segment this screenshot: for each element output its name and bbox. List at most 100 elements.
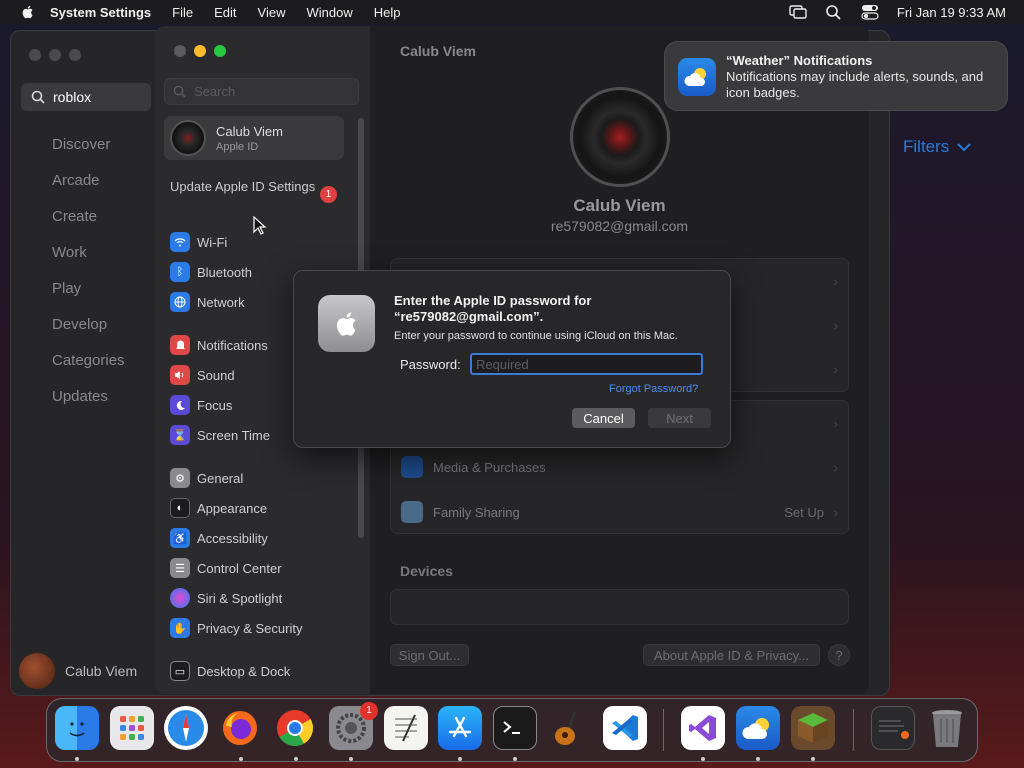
sidebar-item-control-center[interactable]: ☰ Control Center xyxy=(170,557,282,579)
running-indicator xyxy=(75,757,79,761)
sidebar-item-label: Desktop & Dock xyxy=(197,663,291,679)
screenshot-icon[interactable] xyxy=(871,706,915,750)
accessibility-icon: ♿ xyxy=(170,528,190,548)
sidebar-item-privacy[interactable]: ✋ Privacy & Security xyxy=(170,617,302,639)
avatar[interactable] xyxy=(570,87,670,187)
sidebar-item-siri[interactable]: Siri & Spotlight xyxy=(170,587,282,609)
spotlight-search-icon[interactable] xyxy=(825,4,843,20)
filters-button[interactable]: Filters xyxy=(903,137,971,157)
help-button[interactable]: ? xyxy=(828,644,850,666)
sidebar-item-bluetooth[interactable]: ᛒ Bluetooth xyxy=(170,261,252,283)
sidebar-item-label: Bluetooth xyxy=(197,264,252,280)
menu-app-name[interactable]: System Settings xyxy=(50,5,151,20)
family-sharing-label: Family Sharing xyxy=(433,504,520,520)
update-apple-id-settings[interactable]: Update Apple ID Settings xyxy=(170,179,340,195)
nav-categories[interactable]: Categories xyxy=(52,351,125,387)
media-purchases-row[interactable]: Media & Purchases › xyxy=(391,445,850,489)
nav-discover[interactable]: Discover xyxy=(52,135,125,171)
nav-develop[interactable]: Develop xyxy=(52,315,125,351)
family-sharing-row[interactable]: Family Sharing Set Up › xyxy=(391,490,850,534)
menu-window[interactable]: Window xyxy=(306,5,352,20)
appearance-icon: ◐ xyxy=(170,498,190,518)
dock: 1 xyxy=(46,698,978,762)
password-input[interactable] xyxy=(470,353,703,375)
devices-group xyxy=(390,589,849,625)
sidebar-item-label: Focus xyxy=(197,397,233,413)
sidebar-item-focus[interactable]: Focus xyxy=(170,394,232,416)
app-store-account[interactable]: Calub Viem xyxy=(19,653,137,689)
sidebar-item-notifications[interactable]: Notifications xyxy=(170,334,268,356)
sidebar-apple-id[interactable]: Calub Viem Apple ID xyxy=(164,116,344,160)
sidebar-item-label: Screen Time xyxy=(197,427,270,443)
apple-id-password-dialog: Enter the Apple ID password for “re57908… xyxy=(293,270,731,448)
toggles-icon: ☰ xyxy=(170,558,190,578)
sidebar-item-general[interactable]: ⚙ General xyxy=(170,467,243,489)
weather-notification[interactable]: “Weather” Notifications Notifications ma… xyxy=(664,41,1008,111)
hourglass-icon: ⌛ xyxy=(170,425,190,445)
page-title: Calub Viem xyxy=(400,43,476,59)
launchpad-icon[interactable] xyxy=(110,706,154,750)
garageband-icon[interactable] xyxy=(547,706,591,750)
about-apple-id-button[interactable]: About Apple ID & Privacy... xyxy=(643,644,820,666)
nav-arcade[interactable]: Arcade xyxy=(52,171,125,207)
sidebar-item-accessibility[interactable]: ♿ Accessibility xyxy=(170,527,268,549)
app-store-search-field[interactable]: roblox xyxy=(21,83,151,111)
next-button[interactable]: Next xyxy=(648,408,711,428)
visual-studio-icon[interactable] xyxy=(681,706,725,750)
settings-search-field[interactable]: Search xyxy=(164,78,359,105)
vscode-icon[interactable] xyxy=(603,706,647,750)
sidebar-item-network[interactable]: Network xyxy=(170,291,245,313)
minimize-button[interactable] xyxy=(194,45,206,57)
nav-play[interactable]: Play xyxy=(52,279,125,315)
safari-icon[interactable] xyxy=(164,706,208,750)
zoom-button[interactable] xyxy=(69,49,81,61)
running-indicator xyxy=(294,757,298,761)
profile-name: Calub Viem xyxy=(573,196,666,215)
cancel-button[interactable]: Cancel xyxy=(572,408,635,428)
close-button[interactable] xyxy=(29,49,41,61)
speaker-icon xyxy=(170,365,190,385)
sidebar-item-desktop-dock[interactable]: ▭ Desktop & Dock xyxy=(170,660,290,682)
weather-icon[interactable] xyxy=(736,706,780,750)
sidebar-item-label: Control Center xyxy=(197,560,282,576)
trash-icon[interactable] xyxy=(925,706,969,750)
sidebar-item-appearance[interactable]: ◐ Appearance xyxy=(170,497,267,519)
menu-bar: System Settings File Edit View Window He… xyxy=(0,0,1024,24)
zoom-button[interactable] xyxy=(214,45,226,57)
minimize-button[interactable] xyxy=(49,49,61,61)
menu-edit[interactable]: Edit xyxy=(214,5,236,20)
app-store-window-controls xyxy=(29,49,81,61)
chrome-icon[interactable] xyxy=(273,706,317,750)
sidebar-item-label: Siri & Spotlight xyxy=(197,590,283,606)
running-indicator xyxy=(756,757,760,761)
menu-help[interactable]: Help xyxy=(374,5,401,20)
menu-file[interactable]: File xyxy=(172,5,193,20)
chevron-right-icon: › xyxy=(833,459,838,475)
bell-icon xyxy=(170,335,190,355)
sign-out-button[interactable]: Sign Out... xyxy=(390,644,469,666)
menu-view[interactable]: View xyxy=(258,5,286,20)
terminal-icon[interactable] xyxy=(493,706,537,750)
finder-icon[interactable] xyxy=(55,706,99,750)
nav-work[interactable]: Work xyxy=(52,243,125,279)
nav-create[interactable]: Create xyxy=(52,207,125,243)
apple-menu-icon[interactable] xyxy=(20,4,36,20)
search-icon xyxy=(173,85,186,98)
textedit-icon[interactable] xyxy=(384,706,428,750)
running-indicator xyxy=(458,757,462,761)
sidebar-item-wifi[interactable]: Wi-Fi xyxy=(170,231,227,253)
forgot-password-link[interactable]: Forgot Password? xyxy=(609,383,698,395)
screen-mirroring-icon[interactable] xyxy=(789,4,807,20)
password-label: Password: xyxy=(400,357,461,372)
app-store-icon[interactable] xyxy=(438,706,482,750)
minecraft-icon[interactable] xyxy=(791,706,835,750)
sidebar-item-screen-time[interactable]: ⌛ Screen Time xyxy=(170,424,270,446)
close-button[interactable] xyxy=(174,45,186,57)
apple-logo-icon xyxy=(318,295,375,352)
mouse-cursor-icon xyxy=(253,216,267,235)
nav-updates[interactable]: Updates xyxy=(52,387,125,423)
control-center-icon[interactable] xyxy=(861,4,879,20)
menu-clock[interactable]: Fri Jan 19 9:33 AM xyxy=(897,5,1006,20)
firefox-icon[interactable] xyxy=(218,706,262,750)
sidebar-item-sound[interactable]: Sound xyxy=(170,364,235,386)
